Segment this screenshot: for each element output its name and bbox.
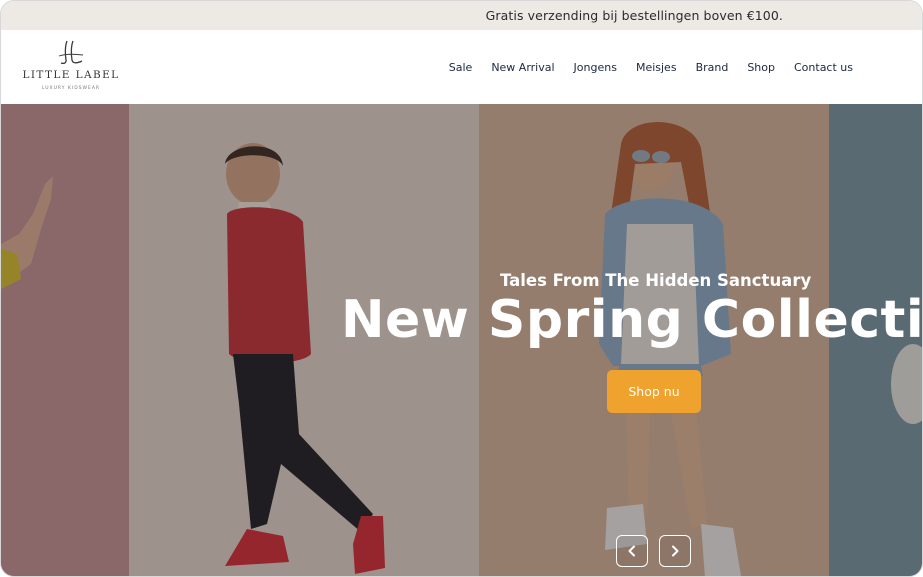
site-logo[interactable]: LITTLE LABEL LUXURY KIDSWEAR bbox=[23, 38, 118, 98]
chevron-right-icon bbox=[672, 545, 679, 557]
nav-item-meisjes[interactable]: Meisjes bbox=[636, 61, 677, 74]
browser-viewport: Gratis verzending bij bestellingen boven… bbox=[0, 0, 923, 577]
nav-item-brand[interactable]: Brand bbox=[696, 61, 729, 74]
nav-item-jongens[interactable]: Jongens bbox=[574, 61, 617, 74]
slider-next-button[interactable] bbox=[659, 535, 691, 567]
brand-tagline: LUXURY KIDSWEAR bbox=[41, 86, 101, 91]
announcement-text: Gratis verzending bij bestellingen boven… bbox=[485, 8, 783, 23]
nav-item-shop[interactable]: Shop bbox=[747, 61, 775, 74]
hero-slider: Tales From The Hidden Sanctuary New Spri… bbox=[1, 104, 923, 576]
hero-eyebrow: Tales From The Hidden Sanctuary bbox=[500, 271, 812, 290]
shop-now-button[interactable]: Shop nu bbox=[607, 370, 701, 413]
main-nav: Sale New Arrival Jongens Meisjes Brand S… bbox=[430, 30, 853, 104]
site-header: LITTLE LABEL LUXURY KIDSWEAR Sale New Ar… bbox=[1, 30, 922, 104]
nav-item-contact[interactable]: Contact us bbox=[794, 61, 853, 74]
slider-prev-button[interactable] bbox=[616, 535, 648, 567]
hero-title: New Spring Collection bbox=[341, 290, 923, 350]
nav-item-sale[interactable]: Sale bbox=[449, 61, 473, 74]
ll-monogram-icon bbox=[58, 40, 84, 65]
nav-item-new-arrival[interactable]: New Arrival bbox=[491, 61, 554, 74]
announcement-bar: Gratis verzending bij bestellingen boven… bbox=[1, 1, 922, 30]
chevron-left-icon bbox=[628, 545, 635, 557]
brand-name: LITTLE LABEL bbox=[22, 69, 120, 81]
